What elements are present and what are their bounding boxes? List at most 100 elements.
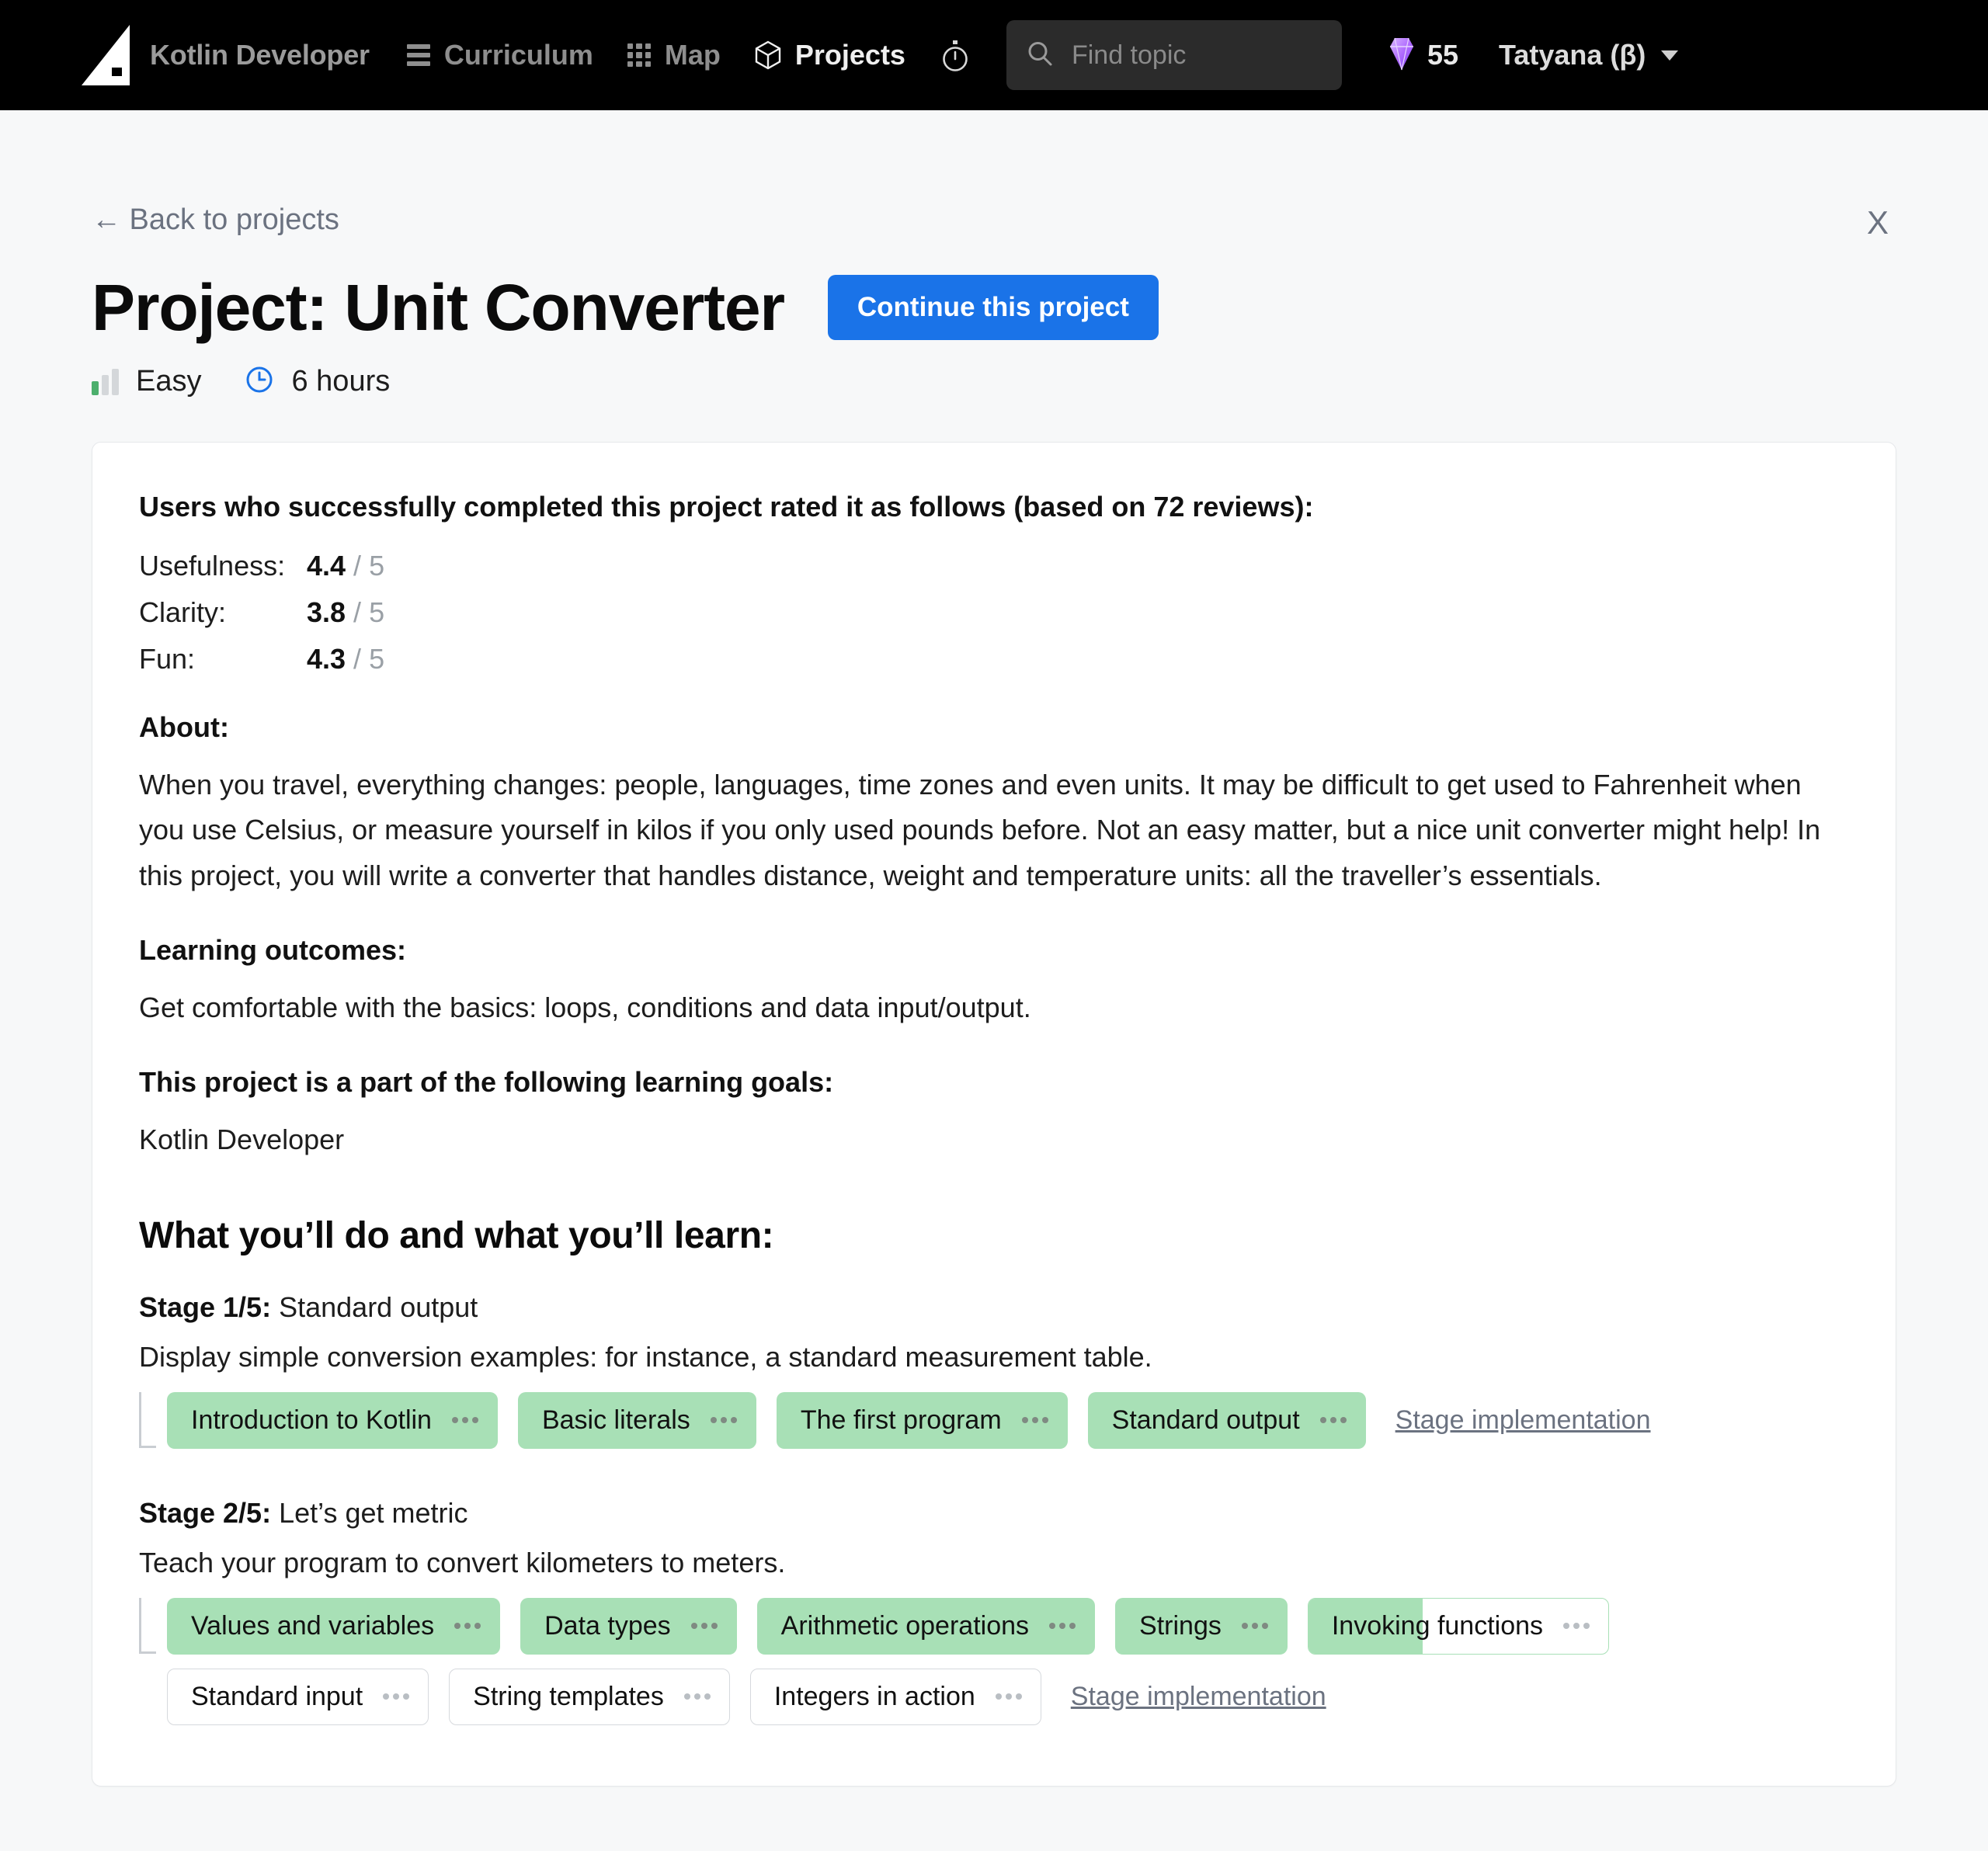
stopwatch-icon[interactable] <box>940 37 971 73</box>
learning-outcomes-heading: Learning outcomes: <box>139 933 407 966</box>
gem-icon <box>1388 36 1415 75</box>
nav-item-map[interactable]: Map <box>627 39 721 71</box>
stages-section-heading: What you’ll do and what you’ll learn: <box>139 1214 774 1256</box>
brand-home-link[interactable]: Kotlin Developer <box>82 25 370 85</box>
bar-level-icon <box>92 368 119 395</box>
rating-row-usefulness: Usefulness: 4.4 / 5 <box>139 550 1849 582</box>
rating-row-clarity: Clarity: 3.8 / 5 <box>139 596 1849 629</box>
ellipsis-icon[interactable] <box>383 1693 410 1700</box>
ellipsis-icon[interactable] <box>1241 1623 1268 1630</box>
ellipsis-icon[interactable] <box>1049 1623 1076 1630</box>
stage-name: Standard output <box>279 1290 478 1323</box>
topic-chip[interactable]: The first program <box>776 1391 1068 1449</box>
topic-chip-label: Strings <box>1139 1610 1222 1641</box>
ellipsis-icon[interactable] <box>683 1693 711 1700</box>
topic-chip-row: Introduction to Kotlin Basic literals Th… <box>167 1391 1849 1449</box>
hamburger-icon <box>406 44 430 66</box>
ellipsis-icon[interactable] <box>995 1693 1022 1700</box>
topic-chip[interactable]: Integers in action <box>749 1668 1041 1725</box>
about-text: When you travel, everything changes: peo… <box>139 769 1821 891</box>
stage-description: Display simple conversion examples: for … <box>139 1340 1152 1373</box>
nav-item-curriculum[interactable]: Curriculum <box>406 39 593 71</box>
topic-chip-label: Standard output <box>1111 1405 1300 1435</box>
search-input[interactable] <box>1071 40 1322 71</box>
nav-item-projects[interactable]: Projects <box>755 39 905 71</box>
cube-icon <box>755 40 781 70</box>
hyperskill-logo-icon <box>82 25 130 85</box>
nav-label-projects: Projects <box>794 39 905 71</box>
topic-chip[interactable]: Basic literals <box>517 1391 756 1449</box>
nav-label-map: Map <box>664 39 721 71</box>
duration-label: 6 hours <box>291 365 391 398</box>
clock-icon <box>245 365 274 398</box>
user-menu[interactable]: Tatyana (β) <box>1499 39 1679 71</box>
nav-label-curriculum: Curriculum <box>443 39 593 71</box>
top-navigation-bar: Kotlin Developer Curriculum Map Projects <box>0 0 1988 110</box>
ellipsis-icon[interactable] <box>1021 1417 1048 1424</box>
tree-corner-icon <box>139 1597 156 1654</box>
ellipsis-icon[interactable] <box>1563 1623 1590 1630</box>
rating-row-fun: Fun: 4.3 / 5 <box>139 643 1849 675</box>
topic-chip-label: Invoking functions <box>1331 1610 1544 1641</box>
search-box[interactable] <box>1006 20 1342 90</box>
topic-chip-label: Values and variables <box>191 1610 435 1641</box>
rating-label: Fun: <box>139 643 196 675</box>
rating-label: Clarity: <box>139 596 227 628</box>
topic-chip-label: Arithmetic operations <box>780 1610 1030 1641</box>
grid-icon <box>627 43 651 67</box>
ellipsis-icon[interactable] <box>451 1417 478 1424</box>
tree-corner-icon <box>139 1391 156 1448</box>
topic-chip-in-progress[interactable]: Invoking functions <box>1307 1597 1610 1655</box>
stage-description: Teach your program to convert kilometers… <box>139 1546 786 1578</box>
project-details-card: Users who successfully completed this pr… <box>92 442 1896 1787</box>
stage-block: Stage 1/5: Standard output Display simpl… <box>139 1291 1849 1463</box>
topic-chip[interactable]: Introduction to Kotlin <box>167 1391 498 1449</box>
stage-topics: Introduction to Kotlin Basic literals Th… <box>139 1391 1849 1463</box>
rating-label: Usefulness: <box>139 550 286 582</box>
user-name: Tatyana (β) <box>1499 39 1646 71</box>
ellipsis-icon[interactable] <box>454 1623 481 1630</box>
topic-chip[interactable]: Values and variables <box>167 1597 501 1655</box>
ratings-heading: Users who successfully completed this pr… <box>139 491 1314 523</box>
about-heading: About: <box>139 711 229 743</box>
topic-chip[interactable]: Strings <box>1115 1597 1288 1655</box>
continue-project-button[interactable]: Continue this project <box>827 275 1159 340</box>
rating-value: 3.8 <box>307 596 346 628</box>
topic-chip-label: The first program <box>800 1405 1002 1435</box>
stage-title: Stage 2/5: Let’s get metric <box>139 1497 1849 1530</box>
gem-count: 55 <box>1427 39 1459 71</box>
rating-max: / 5 <box>353 643 385 675</box>
ellipsis-icon[interactable] <box>690 1623 718 1630</box>
rating-max: / 5 <box>353 596 385 628</box>
brand-name: Kotlin Developer <box>150 39 370 71</box>
topic-chip[interactable]: String templates <box>449 1668 730 1725</box>
stage-number: Stage 2/5: <box>139 1496 272 1529</box>
page-title: Project: Unit Converter <box>92 271 785 344</box>
topic-chip-row: Values and variables Data types Arithmet… <box>167 1597 1849 1655</box>
title-row: Project: Unit Converter Continue this pr… <box>92 275 1896 340</box>
chevron-down-icon <box>1661 50 1679 61</box>
topic-chip-label: String templates <box>473 1681 664 1711</box>
topic-chip[interactable]: Arithmetic operations <box>756 1597 1096 1655</box>
gems-counter[interactable]: 55 <box>1388 36 1458 75</box>
ellipsis-icon[interactable] <box>1319 1417 1347 1424</box>
learning-goals-heading: This project is a part of the following … <box>139 1066 834 1099</box>
topic-chip-label: Data types <box>544 1610 671 1641</box>
topic-chip-row: Standard input String templates Integers… <box>167 1668 1849 1725</box>
project-page: ← Back to projects X Project: Unit Conve… <box>0 110 1988 1851</box>
stage-name: Let’s get metric <box>279 1496 468 1529</box>
close-icon[interactable]: X <box>1859 203 1896 242</box>
topic-chip[interactable]: Data types <box>520 1597 737 1655</box>
learning-goals-text: Kotlin Developer <box>139 1123 345 1156</box>
ellipsis-icon[interactable] <box>710 1417 737 1424</box>
topic-chip[interactable]: Standard output <box>1087 1391 1366 1449</box>
topic-chip[interactable]: Standard input <box>167 1668 429 1725</box>
stage-implementation-link[interactable]: Stage implementation <box>1071 1682 1326 1712</box>
stage-implementation-link[interactable]: Stage implementation <box>1395 1405 1651 1436</box>
back-to-projects-link[interactable]: ← Back to projects <box>92 203 339 237</box>
stage-title: Stage 1/5: Standard output <box>139 1291 1849 1324</box>
difficulty-label: Easy <box>136 365 202 398</box>
stage-topics: Values and variables Data types Arithmet… <box>139 1597 1849 1739</box>
project-meta-row: Easy 6 hours <box>92 365 1896 398</box>
search-icon <box>1027 40 1053 71</box>
